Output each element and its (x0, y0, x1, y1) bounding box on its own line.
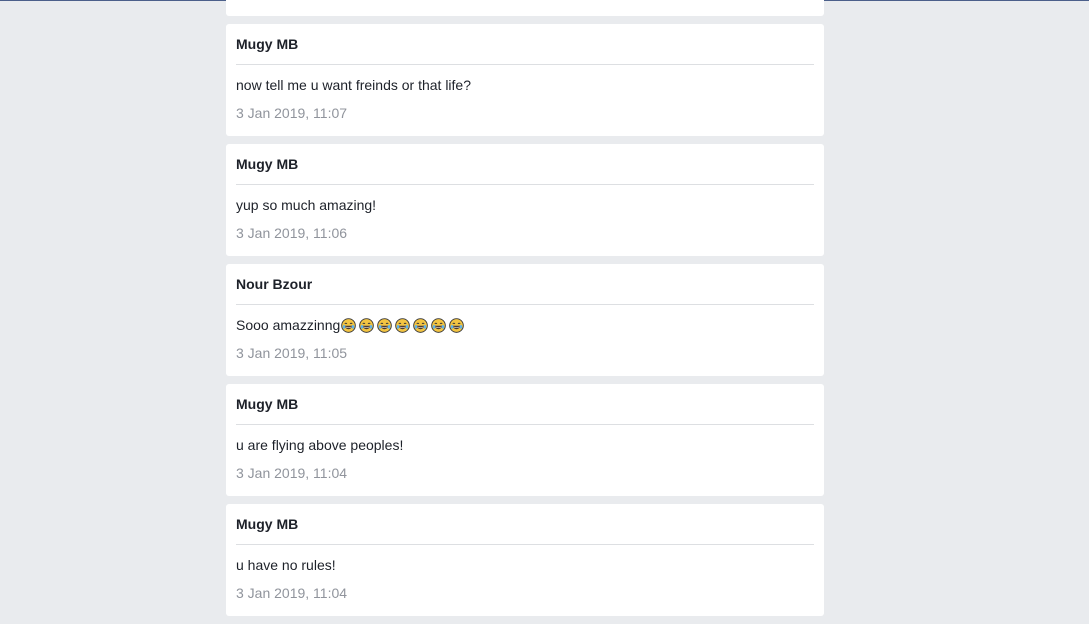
message-timestamp: 3 Jan 2019, 11:06 (236, 225, 348, 241)
message-author[interactable]: Mugy MB (236, 396, 298, 412)
message-author[interactable]: Mugy MB (236, 516, 298, 532)
message-text: yup so much amazing! (236, 197, 377, 213)
laughing-emoji-icon (413, 318, 429, 333)
message-card (226, 0, 824, 16)
message-text: now tell me u want freinds or that life? (236, 77, 472, 93)
message-divider (236, 544, 814, 545)
message-card: Mugy MB u are flying above peoples! 3 Ja… (226, 384, 824, 496)
message-card: Mugy MB now tell me u want freinds or th… (226, 24, 824, 136)
message-feed: Mugy MB now tell me u want freinds or th… (226, 0, 824, 624)
message-text-content: Sooo amazzinng (236, 317, 341, 333)
message-card: Mugy MB u have no rules! 3 Jan 2019, 11:… (226, 504, 824, 616)
message-timestamp: 3 Jan 2019, 11:04 (236, 585, 348, 601)
message-text: u are flying above peoples! (236, 437, 404, 453)
message-divider (236, 184, 814, 185)
laughing-emoji-icon (341, 318, 357, 333)
message-author[interactable]: Nour Bzour (236, 276, 312, 292)
message-card: Mugy MB yup so much amazing! 3 Jan 2019,… (226, 144, 824, 256)
message-timestamp: 3 Jan 2019, 11:05 (236, 345, 348, 361)
laughing-emoji-icon (449, 318, 465, 333)
message-timestamp: 3 Jan 2019, 11:04 (236, 465, 348, 481)
laughing-emoji-icon (395, 318, 411, 333)
message-author[interactable]: Mugy MB (236, 156, 298, 172)
message-divider (236, 304, 814, 305)
message-author[interactable]: Mugy MB (236, 36, 298, 52)
message-text: Sooo amazzinng😂😂😂😂😂😂😂 (236, 317, 467, 333)
laughing-emoji-icon (431, 318, 447, 333)
message-text: u have no rules! (236, 557, 336, 573)
message-divider (236, 424, 814, 425)
laughing-emoji-icon (359, 318, 375, 333)
message-divider (236, 64, 814, 65)
laughing-emoji-icon (377, 318, 393, 333)
message-card: Nour Bzour Sooo amazzinng😂😂😂😂😂😂😂 3 Jan 2… (226, 264, 824, 376)
message-timestamp: 3 Jan 2019, 11:07 (236, 105, 348, 121)
laughing-emoji-row: 😂😂😂😂😂😂😂 (341, 318, 467, 333)
